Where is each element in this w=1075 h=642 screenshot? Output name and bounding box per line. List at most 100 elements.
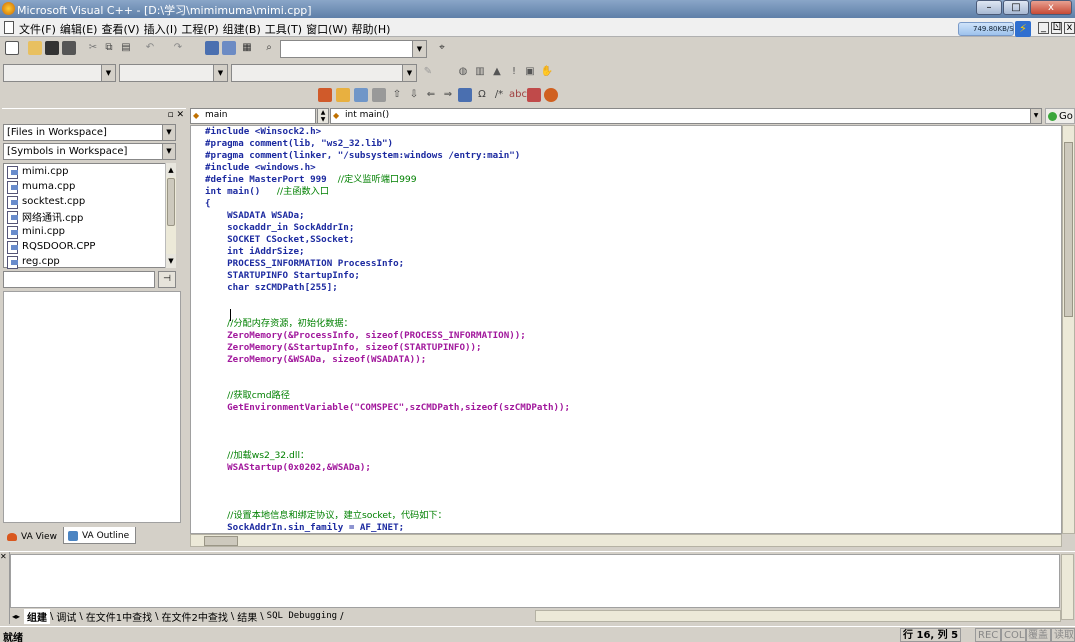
list-item[interactable]: reg.cpp bbox=[4, 254, 175, 269]
mdi-close-button[interactable]: x bbox=[1064, 22, 1075, 34]
code-editor[interactable]: #include <Winsock2.h> #pragma comment(lib… bbox=[190, 125, 1062, 534]
find-icon[interactable]: ⌖ bbox=[435, 41, 449, 55]
menu-item[interactable]: 组建(B) bbox=[223, 21, 265, 37]
chevron-down-icon[interactable]: ▼ bbox=[162, 144, 175, 159]
paste-icon[interactable]: ▤ bbox=[119, 41, 133, 55]
menu-item[interactable]: 工具(T) bbox=[265, 21, 306, 37]
stop-build-icon[interactable]: ▲ bbox=[490, 65, 504, 79]
scroll-thumb[interactable] bbox=[1064, 142, 1073, 317]
menu-item[interactable]: 帮助(H) bbox=[352, 21, 395, 37]
menu-item[interactable]: 编辑(E) bbox=[60, 21, 102, 37]
tab-va-view[interactable]: VA View bbox=[3, 527, 63, 544]
va-files-icon[interactable] bbox=[336, 88, 350, 102]
document-icon[interactable] bbox=[4, 21, 14, 34]
files-in-workspace-combo[interactable]: [Files in Workspace] ▼ bbox=[3, 124, 176, 141]
filter-combo[interactable]: ▼ bbox=[119, 64, 228, 82]
menu-item[interactable]: 窗口(W) bbox=[306, 21, 351, 37]
output-vertical-scrollbar[interactable] bbox=[1061, 554, 1074, 620]
maximize-button[interactable]: □ bbox=[1003, 0, 1029, 15]
list-item[interactable]: muma.cpp bbox=[4, 179, 175, 194]
workspace-filter-input[interactable] bbox=[3, 271, 155, 288]
va-open-icon[interactable] bbox=[318, 88, 332, 102]
mdi-restore-button[interactable]: ㄖ bbox=[1051, 22, 1062, 34]
menu-item[interactable]: 工程(P) bbox=[181, 21, 222, 37]
list-item[interactable]: mimi.cpp bbox=[4, 164, 175, 179]
menu-item[interactable]: 文件(F) bbox=[19, 21, 60, 37]
scope-combo[interactable]: ◆ main ▼ bbox=[190, 108, 327, 124]
output-tab[interactable]: 结果 bbox=[234, 609, 260, 624]
editor-horizontal-scrollbar[interactable] bbox=[190, 534, 1062, 547]
output-tab[interactable]: 在文件1中查找 bbox=[83, 609, 155, 624]
breakpoint-icon[interactable]: ✋ bbox=[540, 65, 554, 79]
scroll-down-icon[interactable]: ▼ bbox=[166, 254, 176, 268]
forward-arrow-icon[interactable]: ⇒ bbox=[441, 88, 455, 102]
undo-icon[interactable]: ↶ bbox=[143, 41, 157, 55]
go-debug-icon[interactable]: ▣ bbox=[523, 65, 537, 79]
chevron-down-icon[interactable]: ▼ bbox=[162, 125, 175, 140]
output-window-icon[interactable] bbox=[222, 41, 236, 55]
build-icon[interactable]: ▥ bbox=[473, 65, 487, 79]
go-button[interactable]: Go bbox=[1045, 108, 1075, 124]
back-arrow-icon[interactable]: ⇐ bbox=[424, 88, 438, 102]
function-combo[interactable]: ◆ int main() ▼ bbox=[330, 108, 1042, 124]
symbols-in-workspace-combo[interactable]: [Symbols in Workspace] ▼ bbox=[3, 143, 176, 160]
class-combo[interactable]: ▼ bbox=[3, 64, 116, 82]
va-logo-icon[interactable] bbox=[544, 88, 558, 102]
editor-vertical-scrollbar[interactable] bbox=[1062, 125, 1075, 534]
output-tab[interactable]: 调试 bbox=[53, 609, 79, 624]
new-file-icon[interactable] bbox=[5, 41, 19, 55]
scope-spinner[interactable]: ▲ ▼ bbox=[317, 108, 329, 124]
execute-icon[interactable]: ! bbox=[507, 65, 521, 79]
list-item[interactable]: mini.cpp bbox=[4, 224, 175, 239]
save-all-icon[interactable] bbox=[62, 41, 76, 55]
va-refactor-icon[interactable] bbox=[458, 88, 472, 102]
open-folder-icon[interactable] bbox=[28, 41, 42, 55]
va-source-icon[interactable]: ⇩ bbox=[407, 88, 421, 102]
output-horizontal-scrollbar[interactable] bbox=[535, 610, 1061, 622]
output-text-area[interactable] bbox=[10, 554, 1060, 608]
va-outline-icon[interactable]: Ω bbox=[475, 88, 489, 102]
output-pane-grip[interactable]: ✕ bbox=[0, 552, 10, 624]
workspace-icon[interactable] bbox=[205, 41, 219, 55]
comment-icon[interactable]: /* bbox=[492, 88, 506, 102]
list-item[interactable]: RQSDOOR.CPP bbox=[4, 239, 175, 254]
lightning-icon[interactable]: ⚡ bbox=[1015, 21, 1031, 37]
list-item[interactable]: 网络通讯.cpp bbox=[4, 209, 175, 224]
compile-icon[interactable]: ◍ bbox=[456, 65, 470, 79]
output-tab[interactable]: 组建 bbox=[24, 608, 51, 624]
wizard-action-icon[interactable]: ✎ bbox=[421, 65, 435, 79]
save-icon[interactable] bbox=[45, 41, 59, 55]
minimize-button[interactable]: – bbox=[976, 0, 1002, 15]
va-options-icon[interactable] bbox=[527, 88, 541, 102]
chevron-down-icon[interactable]: ▼ bbox=[101, 65, 115, 81]
va-list-icon[interactable] bbox=[372, 88, 386, 102]
redo-icon[interactable]: ↷ bbox=[171, 41, 185, 55]
output-tab[interactable]: SQL Debugging bbox=[264, 611, 340, 621]
pane-controls[interactable]: ▫ ✕ bbox=[167, 110, 184, 120]
close-button[interactable]: x bbox=[1030, 0, 1072, 15]
menu-item[interactable]: 查看(V) bbox=[101, 21, 143, 37]
find-combo[interactable]: ▼ bbox=[280, 40, 427, 58]
list-item[interactable]: socktest.cpp bbox=[4, 194, 175, 209]
members-combo[interactable]: ▼ bbox=[231, 64, 417, 82]
scroll-thumb[interactable] bbox=[204, 536, 238, 546]
chevron-down-icon[interactable]: ▼ bbox=[213, 65, 227, 81]
file-list-scrollbar[interactable]: ▲ ▼ bbox=[165, 163, 176, 268]
scroll-up-icon[interactable]: ▲ bbox=[166, 163, 176, 177]
menu-item[interactable]: 插入(I) bbox=[144, 21, 182, 37]
pin-icon[interactable]: ⊣ bbox=[158, 271, 176, 288]
find-in-files-icon[interactable]: ⌕ bbox=[262, 41, 276, 55]
va-symbols-icon[interactable] bbox=[354, 88, 368, 102]
chevron-down-icon[interactable]: ▼ bbox=[1030, 109, 1041, 123]
va-header-icon[interactable]: ⇧ bbox=[390, 88, 404, 102]
spell-check-icon[interactable]: abc bbox=[509, 88, 527, 102]
chevron-down-icon[interactable]: ▼ bbox=[402, 65, 416, 81]
copy-icon[interactable]: ⧉ bbox=[102, 41, 116, 55]
output-tab[interactable]: 在文件2中查找 bbox=[159, 609, 231, 624]
cut-icon[interactable]: ✂ bbox=[86, 41, 100, 55]
tab-va-outline[interactable]: VA Outline bbox=[62, 527, 137, 544]
windows-list-icon[interactable]: ▦ bbox=[240, 41, 254, 55]
mdi-minimize-button[interactable]: _ bbox=[1038, 22, 1049, 34]
tab-nav-arrows-icon[interactable]: ◂▸ bbox=[12, 612, 20, 621]
chevron-down-icon[interactable]: ▼ bbox=[412, 41, 426, 57]
